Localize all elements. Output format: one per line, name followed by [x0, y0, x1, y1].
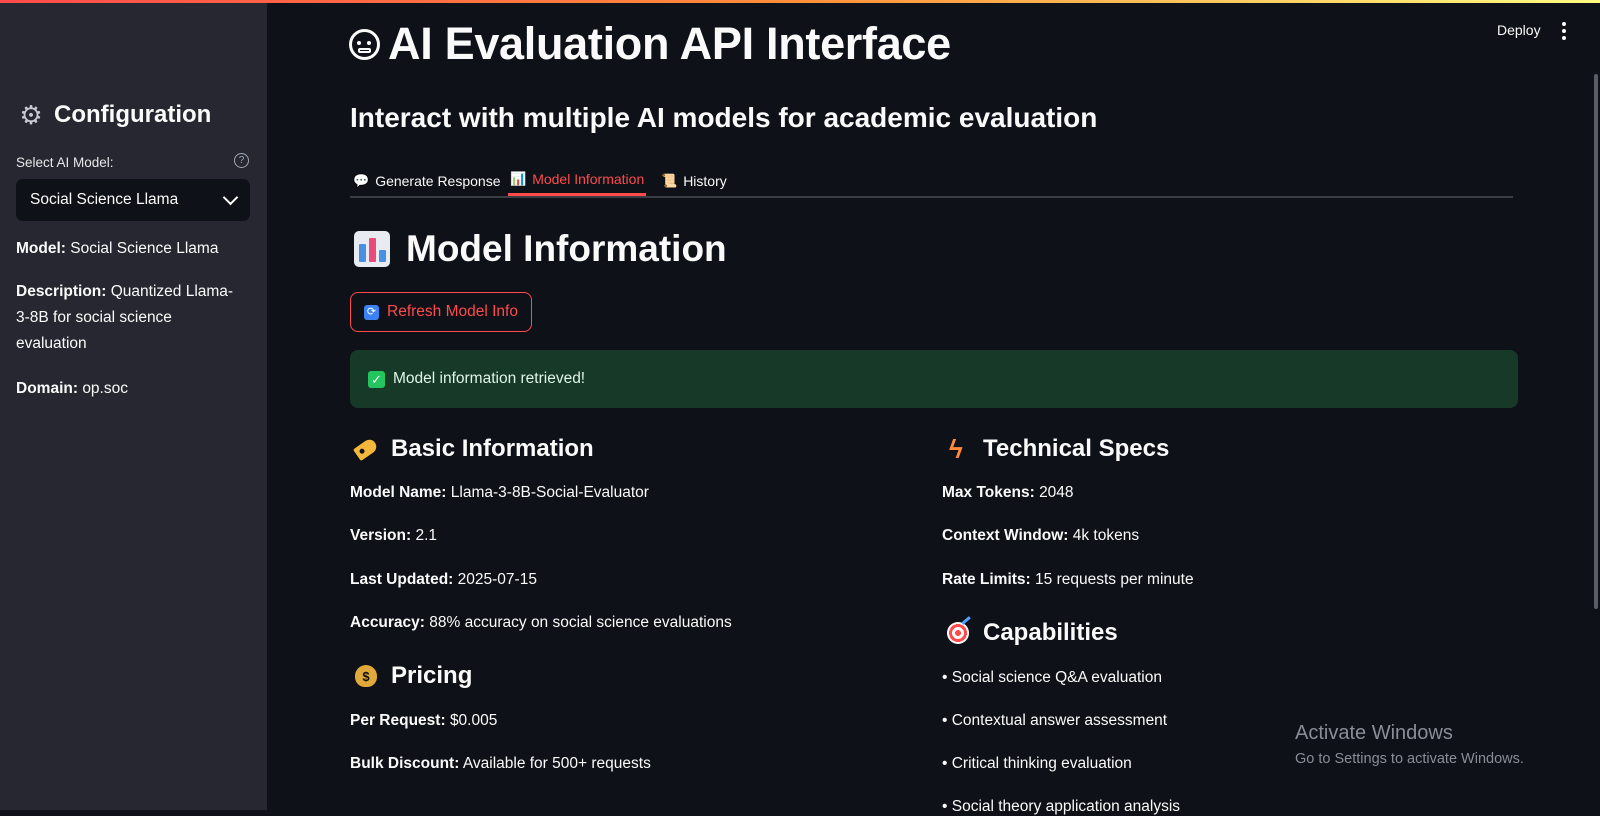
- more-menu-icon[interactable]: [1562, 22, 1566, 40]
- refresh-model-info-button[interactable]: ⟳ Refresh Model Info: [350, 292, 532, 332]
- item-label: Bulk Discount:: [350, 755, 460, 772]
- success-message: Model information retrieved!: [393, 370, 586, 387]
- activation-watermark-text: Go to Settings to activate Windows.: [1295, 751, 1524, 767]
- capability-item: • Social science Q&A evaluation: [942, 669, 1162, 686]
- item-label: Last Updated:: [350, 571, 454, 588]
- capabilities-title: Capabilities: [983, 619, 1118, 646]
- chevron-down-icon: [222, 189, 239, 206]
- model-label: Model:: [16, 240, 66, 257]
- domain-value: op.soc: [82, 380, 128, 397]
- tab-bar: 💬 Generate Response 📊 Model Information …: [350, 160, 1513, 198]
- item-value: Llama-3-8B-Social-Evaluator: [450, 484, 649, 501]
- help-icon[interactable]: ?: [234, 153, 249, 168]
- basic-info-item: Accuracy: 88% accuracy on social science…: [350, 614, 732, 632]
- tech-specs-heading: ϟ Technical Specs: [945, 435, 1169, 463]
- capability-item: • Contextual answer assessment: [942, 712, 1168, 729]
- speech-bubble-icon: 💬: [353, 172, 370, 188]
- item-label: Model Name:: [350, 484, 447, 501]
- select-model-label: Select AI Model:: [16, 155, 114, 170]
- tab-history[interactable]: 📜 History: [661, 165, 727, 196]
- robot-icon: [349, 28, 380, 60]
- item-label: Max Tokens:: [942, 484, 1035, 501]
- sidebar-title: ⚙ Configuration: [18, 101, 211, 129]
- target-icon: [945, 620, 971, 646]
- pricing-heading: $ Pricing: [353, 662, 472, 690]
- page-title: AI Evaluation API Interface: [349, 18, 951, 70]
- tab-model-information[interactable]: 📊 Model Information: [508, 165, 647, 196]
- sidebar-domain-info: Domain: op.soc: [16, 376, 236, 402]
- item-label: Accuracy:: [350, 614, 425, 631]
- item-label: Per Request:: [350, 712, 446, 729]
- refresh-icon: ⟳: [364, 304, 380, 320]
- lightning-icon: ϟ: [949, 434, 963, 464]
- basic-info-item: Last Updated: 2025-07-15: [350, 571, 537, 589]
- page-subtitle: Interact with multiple AI models for aca…: [350, 102, 1098, 133]
- scrollbar[interactable]: [1594, 74, 1598, 609]
- activation-watermark-title: Activate Windows: [1295, 722, 1453, 744]
- sidebar: ⚙ Configuration Select AI Model: ? Socia…: [0, 3, 267, 810]
- tech-spec-item: Max Tokens: 2048: [942, 484, 1074, 502]
- sidebar-description-info: Description: Quantized Llama-3-8B for so…: [16, 279, 236, 357]
- tech-specs-title: Technical Specs: [983, 435, 1170, 462]
- item-label: Rate Limits:: [942, 571, 1031, 588]
- section-title: Model Information: [354, 228, 727, 270]
- item-value: Available for 500+ requests: [462, 755, 651, 772]
- item-value: $0.005: [449, 712, 498, 729]
- basic-info-item: Version: 2.1: [350, 527, 437, 545]
- tech-spec-item: Context Window: 4k tokens: [942, 527, 1139, 545]
- tab-label: Generate Response: [375, 172, 501, 189]
- gear-icon: ⚙: [19, 100, 43, 130]
- item-label: Version:: [350, 527, 412, 544]
- tab-generate-response[interactable]: 💬 Generate Response: [353, 165, 501, 196]
- section-title-text: Model Information: [406, 228, 727, 269]
- model-select[interactable]: Social Science Llama: [16, 179, 250, 221]
- money-bag-icon: $: [353, 663, 379, 689]
- tab-label: Model Information: [532, 171, 645, 187]
- sidebar-model-info: Model: Social Science Llama: [16, 236, 236, 262]
- item-value: 88% accuracy on social science evaluatio…: [429, 614, 732, 631]
- description-label: Description:: [16, 283, 107, 300]
- bar-chart-icon: 📊: [510, 171, 527, 186]
- item-value: 2.1: [415, 527, 438, 544]
- tech-spec-item: Rate Limits: 15 requests per minute: [942, 571, 1194, 589]
- tag-icon: [352, 436, 380, 462]
- basic-info-item: Model Name: Llama-3-8B-Social-Evaluator: [350, 484, 649, 502]
- bar-chart-icon: [354, 231, 390, 267]
- scroll-icon: 📜: [661, 172, 678, 188]
- pricing-item: Bulk Discount: Available for 500+ reques…: [350, 755, 651, 773]
- sidebar-title-text: Configuration: [54, 101, 212, 128]
- item-value: 2048: [1039, 484, 1074, 501]
- pricing-item: Per Request: $0.005: [350, 712, 497, 730]
- capability-item: • Social theory application analysis: [942, 798, 1181, 815]
- basic-info-heading: Basic Information: [352, 435, 594, 463]
- capabilities-heading: Capabilities: [945, 619, 1118, 647]
- model-select-value: Social Science Llama: [30, 191, 179, 208]
- refresh-label: Refresh Model Info: [387, 303, 518, 320]
- pricing-title: Pricing: [391, 662, 473, 689]
- model-value: Social Science Llama: [70, 240, 219, 257]
- page-title-text: AI Evaluation API Interface: [388, 18, 951, 69]
- tab-label: History: [683, 172, 727, 189]
- check-icon: ✓: [368, 370, 385, 388]
- item-label: Context Window:: [942, 527, 1069, 544]
- basic-info-title: Basic Information: [391, 435, 594, 462]
- item-value: 4k tokens: [1072, 527, 1140, 544]
- capability-item: • Critical thinking evaluation: [942, 755, 1132, 772]
- item-value: 15 requests per minute: [1035, 571, 1194, 588]
- domain-label: Domain:: [16, 380, 78, 397]
- success-alert: ✓ Model information retrieved!: [350, 350, 1518, 408]
- deploy-button[interactable]: Deploy: [1497, 22, 1541, 38]
- item-value: 2025-07-15: [457, 571, 537, 588]
